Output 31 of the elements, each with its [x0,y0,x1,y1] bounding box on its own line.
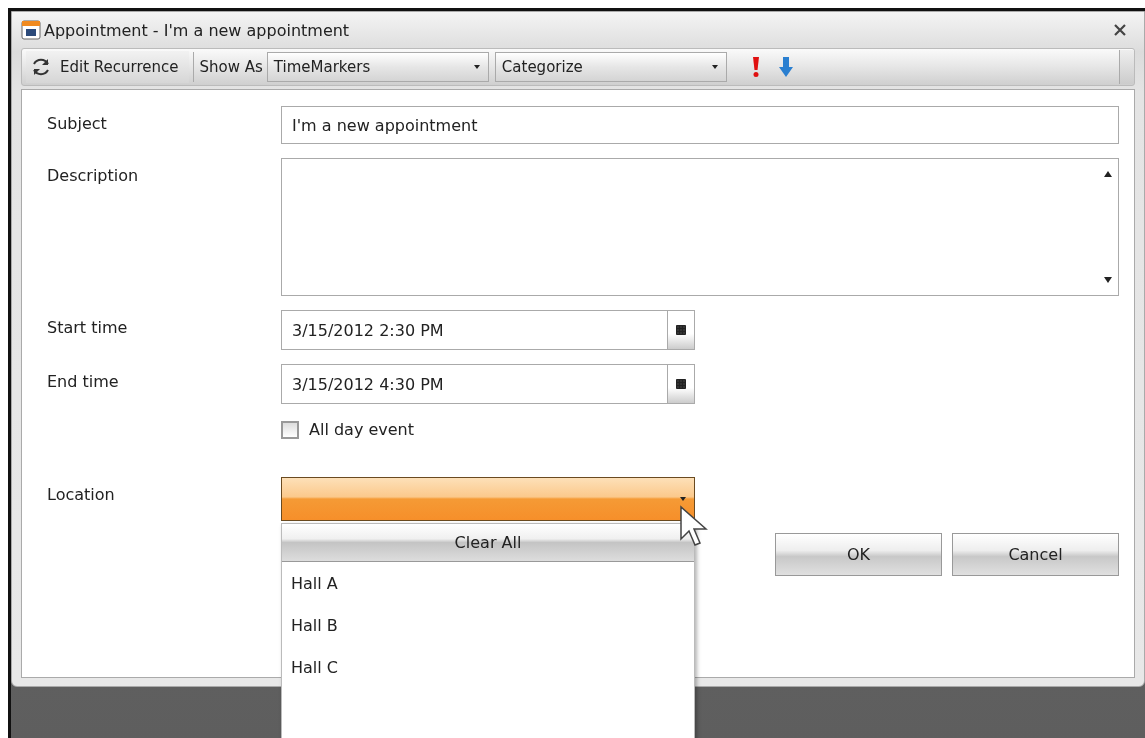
window-title: Appointment - I'm a new appointment [44,20,350,40]
description-label: Description [47,165,140,185]
edit-recurrence-button[interactable]: Edit Recurrence [26,51,189,83]
all-day-checkbox[interactable] [281,420,299,439]
down-arrow-icon[interactable] [778,56,793,78]
description-field[interactable] [281,158,1119,296]
subject-field[interactable]: I'm a new appointment [281,106,1119,144]
subject-label: Subject [47,113,108,133]
exclamation-icon[interactable] [750,56,761,78]
location-option[interactable]: Hall A [282,562,694,604]
toolbar-overflow-handle[interactable] [1119,50,1134,84]
calendar-icon[interactable] [676,325,686,335]
ok-button[interactable]: OK [775,533,942,576]
location-option[interactable]: Hall B [282,604,694,646]
show-as-dropdown[interactable]: TimeMarkers [266,52,489,82]
show-as-label: Show As [199,58,263,76]
end-time-field[interactable]: 3/15/2012 4:30 PM [281,364,695,404]
location-dropdown[interactable] [281,477,695,521]
location-label: Location [47,484,116,504]
calendar-icon [21,20,41,40]
cancel-button[interactable]: Cancel [952,533,1119,576]
refresh-icon [30,56,52,78]
calendar-icon[interactable] [676,379,686,389]
close-icon[interactable] [1113,23,1127,37]
categorize-dropdown[interactable]: Categorize [494,52,727,82]
all-day-label: All day event [309,420,414,439]
start-time-label: Start time [47,317,129,337]
location-option[interactable]: Hall C [282,646,694,688]
start-time-field[interactable]: 3/15/2012 2:30 PM [281,310,695,350]
end-time-label: End time [47,371,120,391]
clear-all-button[interactable]: Clear All [282,524,694,562]
